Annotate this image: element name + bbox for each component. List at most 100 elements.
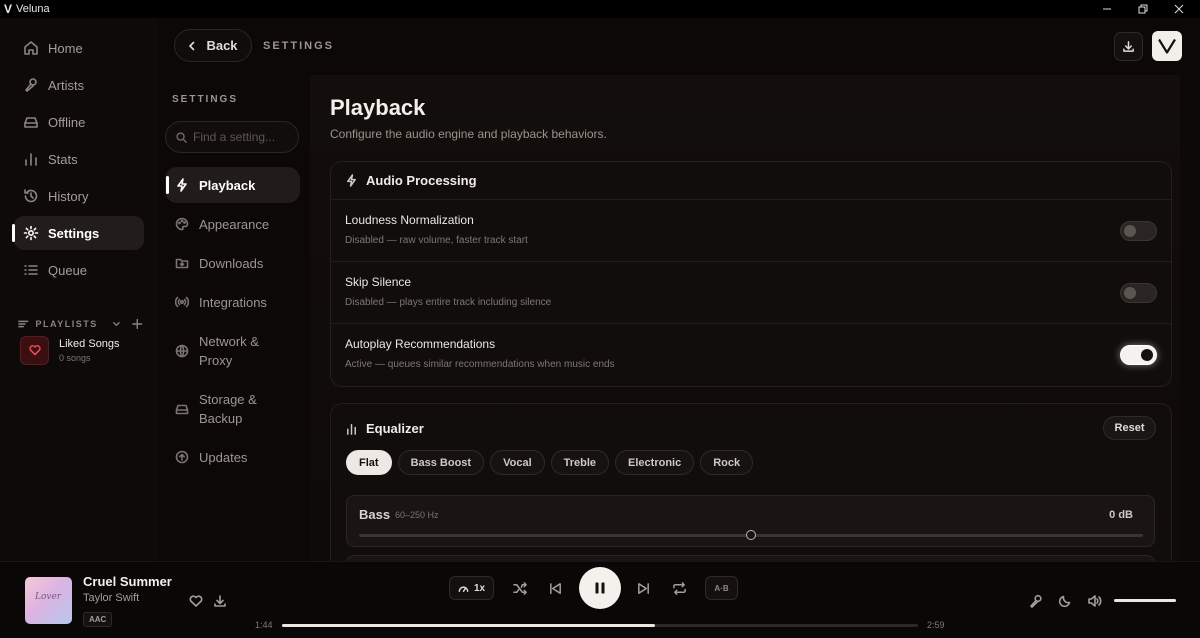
bolt-icon	[347, 174, 356, 187]
settings-item-appearance[interactable]: Appearance	[165, 215, 300, 234]
close-window-button[interactable]	[1161, 0, 1197, 18]
playlists-header: PLAYLISTS	[18, 316, 143, 332]
back-button[interactable]: Back	[174, 29, 252, 62]
restore-button[interactable]	[1125, 0, 1161, 18]
sidebar-item-label: Queue	[48, 262, 88, 278]
playlists-label: PLAYLISTS	[35, 319, 98, 329]
settings-item-playback[interactable]: Playback	[165, 167, 300, 203]
minimize-button[interactable]	[1089, 0, 1125, 18]
search-icon	[176, 131, 187, 143]
preset-bass-boost[interactable]: Bass Boost	[397, 450, 485, 475]
content-scrollbar[interactable]	[1180, 75, 1190, 561]
volume-slider[interactable]	[1114, 599, 1176, 602]
pause-icon	[595, 582, 605, 594]
preset-rock[interactable]: Rock	[700, 450, 754, 475]
speed-label: 1x	[473, 582, 486, 594]
codec-badge: AAC	[83, 612, 113, 627]
equalizer-icon	[347, 423, 356, 435]
chevron-down-icon[interactable]	[112, 319, 121, 329]
palette-icon	[175, 217, 189, 231]
repeat-icon[interactable]	[672, 581, 687, 596]
storage-icon	[175, 404, 189, 415]
band-slider-thumb[interactable]	[746, 530, 756, 540]
page-title: Playback	[330, 95, 426, 120]
list-icon	[24, 265, 38, 275]
download-icon[interactable]	[213, 594, 227, 608]
settings-item-updates[interactable]: Updates	[165, 448, 300, 467]
setting-title: Skip Silence	[345, 275, 412, 289]
sidebar-item-artists[interactable]: Artists	[14, 68, 144, 102]
loudness-normalization-toggle[interactable]	[1120, 221, 1157, 241]
settings-content: Playback Configure the audio engine and …	[310, 75, 1190, 561]
settings-item-downloads[interactable]: Downloads	[165, 254, 300, 273]
sidebar-item-history[interactable]: History	[14, 179, 144, 213]
sidebar: Home Artists Offline Stats History Setti…	[0, 18, 158, 561]
sidebar-item-stats[interactable]: Stats	[14, 142, 144, 176]
gear-icon	[23, 225, 39, 241]
sidebar-item-label: Artists	[48, 77, 85, 93]
globe-icon	[175, 344, 189, 358]
section-title: Equalizer	[366, 420, 424, 436]
equalizer-card: Equalizer Reset Flat Bass Boost Vocal Tr…	[330, 403, 1172, 561]
playlist-icon	[18, 320, 29, 328]
now-playing-artist[interactable]: Taylor Swift	[83, 592, 139, 604]
profile-logo-button[interactable]	[1152, 31, 1182, 61]
drive-icon	[24, 117, 38, 128]
preset-electronic[interactable]: Electronic	[615, 450, 695, 475]
band-name: Bass	[359, 507, 391, 522]
preset-flat[interactable]: Flat	[346, 450, 392, 475]
toggle-knob	[1124, 225, 1136, 237]
playlist-name: Liked Songs	[59, 337, 120, 350]
settings-item-label: Playback	[199, 177, 256, 193]
ab-repeat-button[interactable]: A·B	[705, 576, 738, 600]
setting-row-skip-silence: Skip Silence Disabled — plays entire tra…	[331, 262, 1171, 324]
mic-icon[interactable]	[1029, 594, 1043, 608]
album-art[interactable]: Lover	[25, 577, 72, 624]
preset-vocal[interactable]: Vocal	[490, 450, 545, 475]
play-pause-button[interactable]	[579, 567, 621, 609]
liked-songs-cover	[20, 335, 49, 365]
sidebar-item-label: Home	[48, 40, 83, 56]
setting-description: Disabled — plays entire track including …	[345, 297, 552, 308]
sidebar-item-label: Stats	[48, 151, 78, 167]
sidebar-item-home[interactable]: Home	[14, 31, 144, 65]
now-playing-title[interactable]: Cruel Summer	[83, 574, 172, 589]
skip-previous-icon[interactable]	[548, 581, 563, 596]
setting-description: Active — queues similar recommendations …	[345, 359, 615, 370]
download-icon	[1123, 41, 1134, 52]
folder-icon	[175, 258, 189, 269]
equalizer-presets: Flat Bass Boost Vocal Treble Electronic …	[346, 450, 759, 475]
window-titlebar: V Veluna	[0, 0, 1200, 18]
home-icon	[24, 41, 38, 55]
skip-silence-toggle[interactable]	[1120, 283, 1157, 303]
shuffle-icon[interactable]	[513, 581, 528, 596]
downloads-button[interactable]	[1114, 32, 1143, 61]
restore-icon	[1138, 4, 1148, 14]
audio-processing-card: Audio Processing Loudness Normalization …	[330, 161, 1172, 387]
settings-search[interactable]	[165, 121, 299, 153]
search-input[interactable]	[193, 130, 293, 144]
settings-item-integrations[interactable]: Integrations	[165, 293, 300, 312]
autoplay-recommendations-toggle[interactable]	[1120, 345, 1157, 365]
volume-icon[interactable]	[1087, 594, 1102, 608]
settings-item-storage-backup[interactable]: Storage & Backup	[165, 390, 300, 428]
add-playlist-icon[interactable]	[132, 318, 143, 330]
page-subtitle: Configure the audio engine and playback …	[330, 127, 607, 141]
sidebar-item-settings[interactable]: Settings	[12, 216, 144, 250]
skip-next-icon[interactable]	[636, 581, 651, 596]
equalizer-reset-button[interactable]: Reset	[1103, 416, 1156, 440]
playback-speed-button[interactable]: 1x	[449, 576, 494, 600]
seek-bar[interactable]	[282, 624, 918, 627]
sidebar-item-queue[interactable]: Queue	[14, 253, 144, 287]
settings-item-network-proxy[interactable]: Network & Proxy	[165, 332, 300, 370]
preset-treble[interactable]: Treble	[550, 450, 610, 475]
window-title: Veluna	[16, 3, 50, 15]
playlist-liked-songs[interactable]: Liked Songs 0 songs	[20, 334, 150, 366]
heart-icon[interactable]	[189, 594, 203, 608]
band-slider-track[interactable]	[359, 530, 1143, 540]
close-icon	[1174, 4, 1184, 14]
band-range: 60–250 Hz	[395, 510, 439, 520]
sidebar-item-offline[interactable]: Offline	[14, 105, 144, 139]
moon-icon[interactable]	[1058, 594, 1072, 608]
history-icon	[24, 189, 38, 203]
